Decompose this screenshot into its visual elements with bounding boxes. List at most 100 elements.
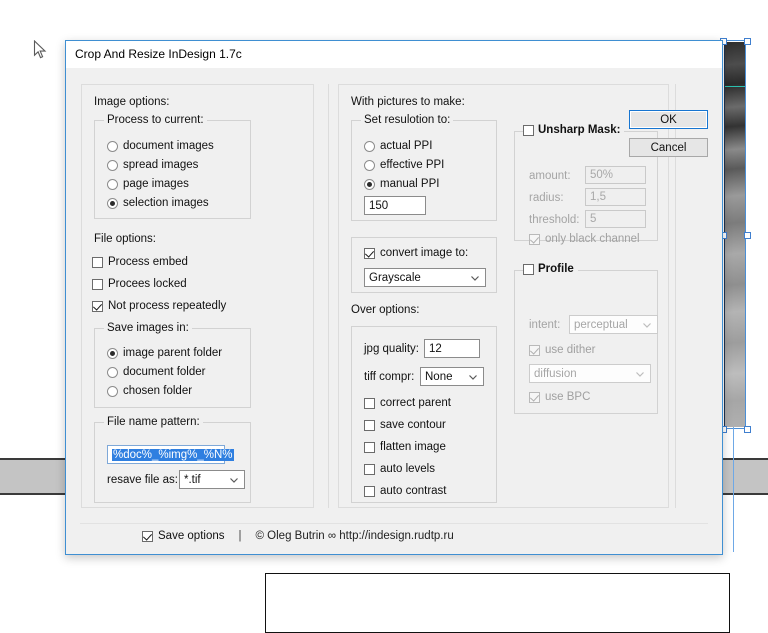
radio-document-images[interactable]: document images [107, 140, 214, 152]
dialog-titlebar[interactable]: Crop And Resize InDesign 1.7c [66, 41, 722, 68]
checkbox-profile-label: Profile [538, 263, 574, 275]
footer-credit: © Oleg Butrin ∞ http://indesign.rudtp.ru [255, 530, 454, 542]
radio-page-images-indicator [107, 178, 118, 190]
radio-page-images-label: page images [123, 178, 189, 190]
dither-method-value: diffusion [534, 367, 577, 380]
checkbox-process-embed-indicator [92, 256, 103, 268]
checkbox-save-contour-indicator [364, 419, 375, 431]
checkbox-convert-image-to[interactable]: convert image to: [364, 247, 468, 259]
radius-label: radius: [529, 192, 564, 204]
checkbox-procees-locked-indicator [92, 278, 103, 290]
over-options-group: jpg quality: 12 tiff compr: None correct… [351, 326, 497, 503]
radio-actual-ppi-indicator [364, 140, 375, 152]
set-resolution-label: Set resulotion to: [361, 114, 454, 126]
checkbox-correct-parent[interactable]: correct parent [364, 397, 451, 409]
radius-input[interactable]: 1,5 [585, 188, 646, 206]
radio-effective-ppi-label: effective PPI [380, 159, 445, 171]
dialog-footer: Save options | © Oleg Butrin ∞ http://in… [66, 523, 722, 554]
cancel-button[interactable]: Cancel [629, 138, 708, 157]
resave-file-as-value: *.tif [184, 473, 201, 486]
radio-spread-images[interactable]: spread images [107, 159, 198, 171]
image-options-label: Image options: [94, 96, 170, 108]
checkbox-save-options-label: Save options [158, 530, 225, 542]
file-name-pattern-input[interactable]: %doc%_%img%_%N% [107, 445, 234, 464]
cancel-button-label: Cancel [650, 141, 687, 154]
jpg-quality-value: 12 [429, 342, 442, 355]
checkbox-auto-levels[interactable]: auto levels [364, 463, 435, 475]
radio-image-parent-folder[interactable]: image parent folder [107, 347, 222, 359]
checkbox-not-process-repeatedly[interactable]: Not process repeatedly [92, 300, 226, 312]
chevron-down-icon [471, 275, 479, 281]
footer-separator: | [238, 530, 242, 542]
selected-image-frame[interactable] [720, 38, 751, 433]
checkbox-not-process-repeatedly-indicator [92, 300, 103, 312]
threshold-input[interactable]: 5 [585, 210, 646, 228]
crop-and-resize-dialog: Crop And Resize InDesign 1.7c Image opti… [65, 40, 723, 555]
set-resolution-group: Set resulotion to: actual PPI effective … [351, 114, 497, 221]
convert-image-group: convert image to: Grayscale [351, 237, 497, 293]
jpg-quality-input[interactable]: 12 [424, 339, 480, 358]
radio-image-parent-folder-indicator [107, 347, 118, 359]
checkbox-save-contour[interactable]: save contour [364, 419, 446, 431]
save-images-in-group: Save images in: image parent folder docu… [94, 322, 251, 408]
radio-manual-ppi[interactable]: manual PPI [364, 178, 439, 190]
frame-handle-top-right[interactable] [744, 38, 751, 45]
background-guide-line [733, 427, 734, 552]
amount-label: amount: [529, 170, 571, 182]
tiff-compr-combo[interactable]: None [420, 367, 484, 386]
checkbox-unsharp-mask[interactable]: Unsharp Mask: [523, 124, 625, 136]
frame-handle-middle-right[interactable] [744, 232, 751, 239]
checkbox-only-black-channel-label: only black channel [545, 233, 640, 245]
checkbox-auto-contrast-label: auto contrast [380, 485, 447, 497]
checkbox-convert-image-to-label: convert image to: [380, 247, 469, 259]
file-name-pattern-group: File name pattern: %doc%_%img%_%N% resav… [94, 416, 251, 503]
radio-chosen-folder-label: chosen folder [123, 385, 193, 397]
jpg-quality-label: jpg quality: [364, 343, 419, 355]
radio-document-folder-indicator [107, 366, 118, 378]
pictures-options-label: With pictures to make: [351, 96, 465, 108]
convert-image-mode-combo[interactable]: Grayscale [364, 268, 486, 287]
radio-document-folder[interactable]: document folder [107, 366, 205, 378]
threshold-value: 5 [590, 213, 597, 225]
image-options-panel: Image options: Process to current: docum… [81, 84, 314, 508]
tiff-compr-value: None [425, 370, 453, 383]
frame-handle-bottom-right[interactable] [744, 426, 751, 433]
checkbox-flatten-image[interactable]: flatten image [364, 441, 446, 453]
dither-method-combo[interactable]: diffusion [529, 364, 651, 383]
checkbox-convert-image-to-indicator [364, 247, 375, 259]
ok-button-label: OK [660, 113, 677, 126]
checkbox-flatten-image-label: flatten image [380, 441, 446, 453]
checkbox-save-options[interactable]: Save options [142, 530, 225, 542]
checkbox-auto-contrast-indicator [364, 485, 375, 497]
ok-button[interactable]: OK [629, 110, 708, 129]
radio-selection-images[interactable]: selection images [107, 197, 209, 209]
checkbox-only-black-channel[interactable]: only black channel [529, 233, 640, 245]
radio-selection-images-indicator [107, 197, 118, 209]
checkbox-profile[interactable]: Profile [523, 263, 578, 275]
resave-file-as-combo[interactable]: *.tif [179, 470, 245, 489]
manual-ppi-input[interactable]: 150 [364, 196, 426, 215]
dialog-title: Crop And Resize InDesign 1.7c [75, 47, 242, 61]
checkbox-unsharp-mask-label: Unsharp Mask: [538, 124, 621, 136]
process-to-current-group: Process to current: document images spre… [94, 114, 251, 219]
amount-input[interactable]: 50% [585, 166, 646, 184]
radio-page-images[interactable]: page images [107, 178, 189, 190]
radio-document-folder-label: document folder [123, 366, 206, 378]
checkbox-flatten-image-indicator [364, 441, 375, 453]
checkbox-auto-contrast[interactable]: auto contrast [364, 485, 446, 497]
intent-combo[interactable]: perceptual [569, 315, 658, 334]
radio-actual-ppi[interactable]: actual PPI [364, 140, 432, 152]
background-text-frame[interactable] [265, 573, 730, 633]
checkbox-procees-locked[interactable]: Procees locked [92, 278, 187, 290]
checkbox-auto-levels-indicator [364, 463, 375, 475]
file-name-pattern-value: %doc%_%img%_%N% [112, 448, 234, 461]
checkbox-process-embed[interactable]: Process embed [92, 256, 188, 268]
intent-label: intent: [529, 319, 561, 331]
checkbox-use-dither[interactable]: use dither [529, 344, 596, 356]
radio-document-images-label: document images [123, 140, 214, 152]
chevron-down-icon [469, 374, 477, 380]
radio-effective-ppi[interactable]: effective PPI [364, 159, 444, 171]
checkbox-use-bpc[interactable]: use BPC [529, 391, 590, 403]
checkbox-not-process-repeatedly-label: Not process repeatedly [108, 300, 227, 312]
radio-chosen-folder[interactable]: chosen folder [107, 385, 192, 397]
